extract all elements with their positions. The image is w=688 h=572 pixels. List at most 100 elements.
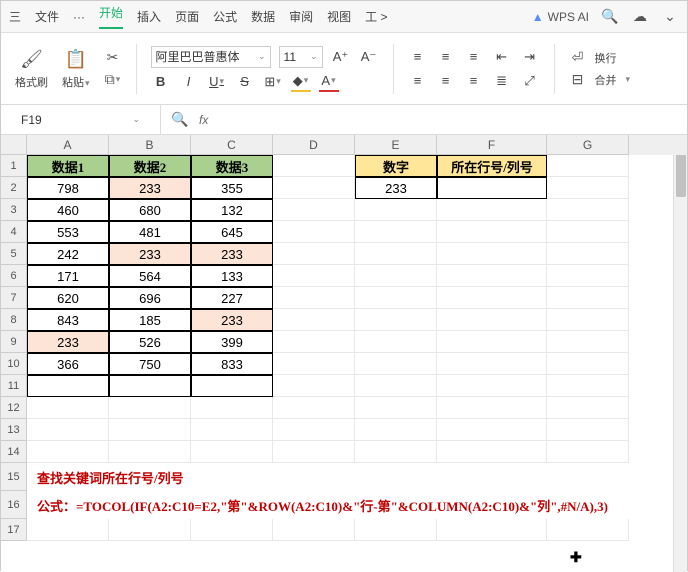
cell[interactable] (273, 441, 355, 463)
cell[interactable] (547, 309, 629, 331)
cell[interactable]: 696 (109, 287, 191, 309)
strike-button[interactable]: S (235, 72, 255, 92)
cell[interactable] (437, 375, 547, 397)
row-header[interactable]: 11 (1, 375, 27, 397)
col-header-G[interactable]: G (547, 135, 629, 155)
bold-button[interactable]: B (151, 72, 171, 92)
cell[interactable] (355, 331, 437, 353)
cell[interactable] (273, 221, 355, 243)
row-header[interactable]: 13 (1, 419, 27, 441)
cell[interactable] (273, 375, 355, 397)
row-header[interactable]: 9 (1, 331, 27, 353)
cell[interactable] (355, 243, 437, 265)
cell[interactable] (355, 441, 437, 463)
tab-data[interactable]: 数据 (251, 8, 275, 25)
paste-group[interactable]: 📋 粘贴▾ (58, 48, 94, 90)
chevron-down-icon[interactable]: ⌄ (661, 8, 679, 26)
align-middle-icon[interactable]: ≡ (436, 47, 456, 67)
cut-icon[interactable]: ✂ (104, 49, 122, 67)
cell[interactable] (109, 519, 191, 541)
row-header[interactable]: 16 (1, 491, 27, 519)
underline-button[interactable]: U▾ (207, 72, 227, 92)
cell[interactable] (547, 155, 629, 177)
tab-page[interactable]: 页面 (175, 8, 199, 25)
tab-insert[interactable]: 插入 (137, 8, 161, 25)
cell[interactable]: 481 (109, 221, 191, 243)
italic-button[interactable]: I (179, 72, 199, 92)
row-header[interactable]: 8 (1, 309, 27, 331)
cell[interactable] (547, 519, 629, 541)
cell[interactable] (109, 441, 191, 463)
format-brush-group[interactable]: 🖌 格式刷 (11, 48, 52, 90)
cell[interactable] (109, 419, 191, 441)
row-header[interactable]: 14 (1, 441, 27, 463)
select-all-corner[interactable] (1, 135, 27, 155)
cell[interactable] (437, 331, 547, 353)
cell[interactable] (355, 375, 437, 397)
indent-right-icon[interactable]: ⇥ (520, 47, 540, 67)
cell[interactable]: 355 (191, 177, 273, 199)
cell[interactable] (109, 397, 191, 419)
cell[interactable] (437, 287, 547, 309)
menu-file[interactable]: 文件 (35, 8, 59, 25)
cell[interactable]: 553 (27, 221, 109, 243)
cell[interactable] (27, 397, 109, 419)
row-header[interactable]: 3 (1, 199, 27, 221)
cell[interactable] (273, 519, 355, 541)
cell[interactable] (437, 265, 547, 287)
cell[interactable] (273, 331, 355, 353)
cell[interactable] (273, 419, 355, 441)
indent-left-icon[interactable]: ⇤ (492, 47, 512, 67)
wps-ai-button[interactable]: ▲ WPS AI (532, 10, 589, 24)
align-bottom-icon[interactable]: ≡ (464, 47, 484, 67)
note-line2[interactable]: 公式：=TOCOL(IF(A2:C10=E2,"第"&ROW(A2:C10)&"… (27, 491, 629, 519)
cell[interactable]: 227 (191, 287, 273, 309)
cell[interactable] (547, 353, 629, 375)
align-center-icon[interactable]: ≡ (436, 71, 456, 91)
font-name-select[interactable]: 阿里巴巴普惠体⌄ (151, 46, 271, 68)
cell[interactable] (355, 309, 437, 331)
cell[interactable] (437, 221, 547, 243)
border-button[interactable]: ⊞▾ (263, 72, 283, 92)
orientation-icon[interactable]: ⤢ (520, 71, 540, 91)
zoom-icon[interactable]: 🔍 (171, 111, 189, 129)
cell[interactable]: 750 (109, 353, 191, 375)
cell[interactable] (547, 177, 629, 199)
search-icon[interactable]: 🔍 (601, 8, 619, 26)
cell[interactable] (191, 519, 273, 541)
tab-tools[interactable]: 工 > (365, 8, 387, 25)
cell[interactable]: 所在行号/列号 (437, 155, 547, 177)
cell[interactable] (437, 243, 547, 265)
cell[interactable] (355, 419, 437, 441)
cell[interactable] (547, 265, 629, 287)
cell[interactable] (191, 375, 273, 397)
cell[interactable]: 242 (27, 243, 109, 265)
cell[interactable]: 数据1 (27, 155, 109, 177)
cell[interactable] (191, 397, 273, 419)
cell[interactable] (273, 309, 355, 331)
tab-start[interactable]: 开始 (99, 4, 123, 29)
cell[interactable]: 233 (27, 331, 109, 353)
fx-icon[interactable]: fx (199, 113, 208, 127)
tab-review[interactable]: 审阅 (289, 8, 313, 25)
cell[interactable] (27, 419, 109, 441)
row-header[interactable]: 5 (1, 243, 27, 265)
col-header-E[interactable]: E (355, 135, 437, 155)
align-right-icon[interactable]: ≡ (464, 71, 484, 91)
cell[interactable] (273, 287, 355, 309)
vertical-scrollbar[interactable] (673, 135, 687, 572)
col-header-A[interactable]: A (27, 135, 109, 155)
cell[interactable] (27, 375, 109, 397)
align-top-icon[interactable]: ≡ (408, 47, 428, 67)
note-line1[interactable]: 查找关键词所在行号/列号 (27, 463, 629, 491)
cell[interactable]: 460 (27, 199, 109, 221)
cell[interactable]: 171 (27, 265, 109, 287)
row-header[interactable]: 7 (1, 287, 27, 309)
row-header[interactable]: 2 (1, 177, 27, 199)
cell[interactable] (273, 265, 355, 287)
cell[interactable] (355, 265, 437, 287)
row-header[interactable]: 10 (1, 353, 27, 375)
cell[interactable] (547, 375, 629, 397)
cell[interactable] (547, 243, 629, 265)
cell[interactable]: 399 (191, 331, 273, 353)
